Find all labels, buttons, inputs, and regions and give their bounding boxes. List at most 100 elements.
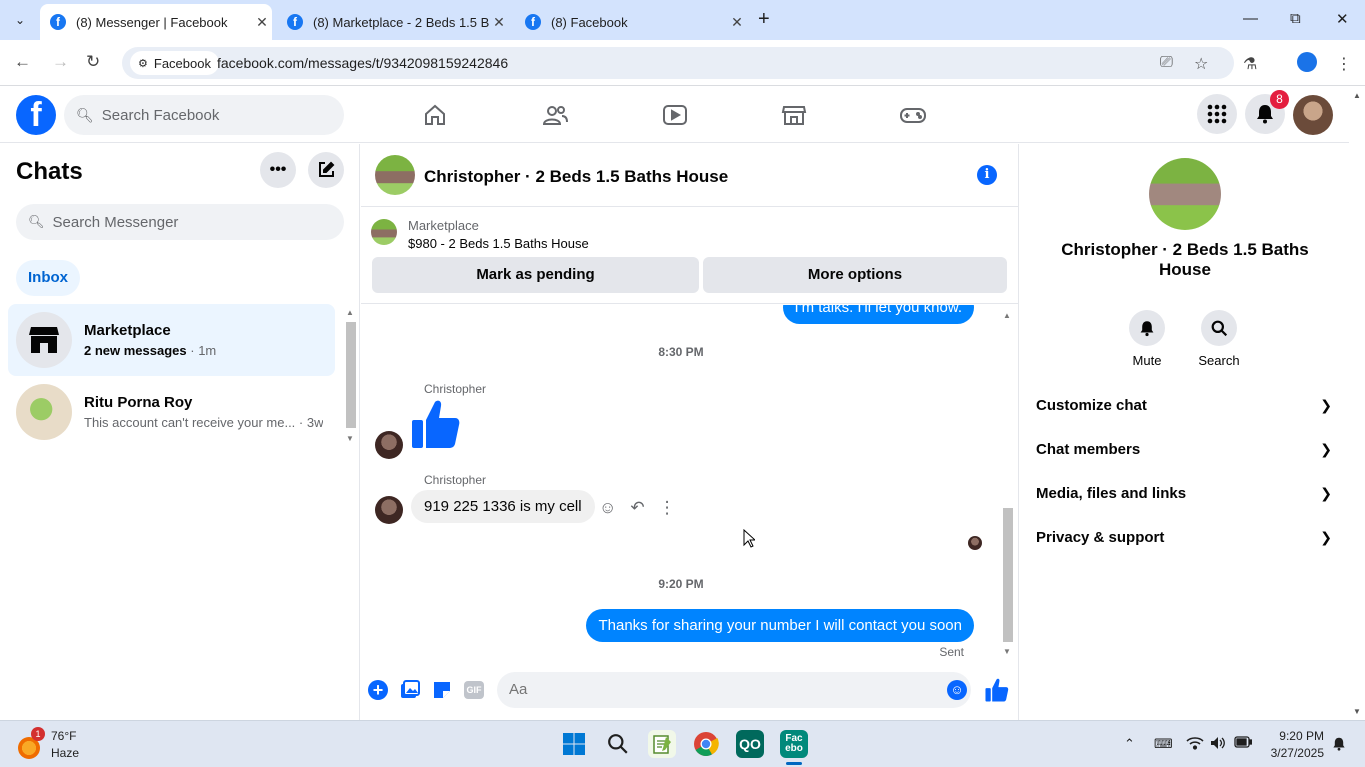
- browser-tab-marketplace[interactable]: f (8) Marketplace - 2 Beds 1.5 Ba ✕: [277, 4, 509, 40]
- forward-arrow-icon[interactable]: →: [52, 52, 69, 72]
- listing-avatar[interactable]: [375, 155, 415, 195]
- marketplace-icon[interactable]: [779, 101, 809, 129]
- conversation-info-icon[interactable]: i: [977, 165, 997, 185]
- outgoing-message: I'm talks. I'll let you know.: [782, 305, 974, 324]
- scrollbar-thumb[interactable]: [1003, 508, 1013, 642]
- facebook-pwa-icon[interactable]: Fac ebo: [780, 730, 808, 758]
- inbox-filter-tab[interactable]: Inbox: [16, 260, 80, 296]
- weather-temperature[interactable]: 76°F: [51, 729, 76, 743]
- scroll-up-arrow-icon[interactable]: ▲: [1003, 311, 1011, 320]
- scrollbar-thumb[interactable]: [346, 322, 356, 428]
- browser-tab-messenger[interactable]: f (8) Messenger | Facebook ✕: [40, 4, 272, 40]
- chat-item-marketplace[interactable]: Marketplace 2 new messages · 1m: [8, 304, 335, 376]
- message-input[interactable]: [497, 672, 971, 708]
- sender-name: Christopher: [424, 382, 487, 396]
- media-files-links-section[interactable]: Media, files and links ❯: [1028, 471, 1340, 515]
- more-options-button[interactable]: More options: [703, 257, 1007, 293]
- messenger-search-input[interactable]: 🔍︎ Search Messenger: [16, 204, 344, 240]
- mute-action[interactable]: Mute: [1117, 310, 1177, 368]
- more-vertical-icon[interactable]: ⋮: [659, 498, 676, 518]
- url-text[interactable]: facebook.com/messages/t/9342098159242846: [217, 55, 508, 71]
- gaming-icon[interactable]: [898, 101, 928, 129]
- attach-photo-icon[interactable]: [399, 679, 421, 701]
- account-avatar[interactable]: [1293, 95, 1333, 135]
- close-tab-icon[interactable]: ✕: [727, 14, 747, 31]
- listing-title[interactable]: $980 - 2 Beds 1.5 Baths House: [408, 236, 589, 251]
- new-message-compose-icon[interactable]: [308, 152, 344, 188]
- notepad-app-icon[interactable]: [648, 730, 676, 758]
- page-scrollbar[interactable]: ▲ ▼: [1349, 87, 1365, 720]
- video-watch-icon[interactable]: [660, 101, 690, 129]
- delivery-status: Sent: [939, 645, 964, 659]
- browser-menu-icon[interactable]: ⋮: [1336, 54, 1352, 74]
- show-hidden-icons-chevron-icon[interactable]: ⌃: [1124, 736, 1135, 752]
- restore-window-icon[interactable]: ⧉: [1290, 10, 1301, 27]
- taskbar-clock-date[interactable]: 3/27/2025: [1258, 746, 1324, 760]
- contact-avatar: [16, 384, 72, 440]
- browser-profile-icon[interactable]: [1297, 52, 1317, 72]
- close-tab-icon[interactable]: ✕: [252, 14, 272, 31]
- back-arrow-icon[interactable]: ←: [14, 52, 31, 72]
- labs-flask-icon[interactable]: ⚗: [1243, 54, 1257, 74]
- listing-profile-picture[interactable]: [1149, 158, 1221, 230]
- new-tab-plus-icon[interactable]: +: [758, 8, 770, 31]
- customize-chat-section[interactable]: Customize chat ❯: [1028, 383, 1340, 427]
- send-like-thumb-icon[interactable]: [985, 677, 1009, 703]
- sidebar-scrollbar[interactable]: ▲ ▼: [344, 308, 356, 446]
- gif-icon[interactable]: GIF: [464, 681, 484, 699]
- site-info-chip[interactable]: ⚙ Facebook: [130, 51, 219, 75]
- facebook-logo-icon[interactable]: f: [16, 95, 56, 135]
- browser-tab-facebook[interactable]: f (8) Facebook ✕: [515, 4, 747, 40]
- menu-grid-icon[interactable]: [1197, 94, 1237, 134]
- more-options-icon[interactable]: •••: [260, 152, 296, 188]
- chat-item-ritu-porna-roy[interactable]: Ritu Porna Roy This account can't receiv…: [8, 376, 335, 448]
- friends-icon[interactable]: [540, 101, 570, 129]
- notification-count-badge: 8: [1270, 90, 1289, 109]
- windows-start-icon[interactable]: [560, 730, 588, 758]
- close-window-icon[interactable]: ✕: [1336, 10, 1349, 28]
- conversation-title[interactable]: Christopher · 2 Beds 1.5 Baths House: [424, 167, 728, 187]
- scroll-down-arrow-icon[interactable]: ▼: [346, 434, 354, 443]
- minimize-window-icon[interactable]: —: [1243, 10, 1258, 27]
- close-tab-icon[interactable]: ✕: [489, 14, 509, 31]
- bell-icon[interactable]: [1129, 310, 1165, 346]
- wifi-icon[interactable]: [1186, 736, 1204, 753]
- address-bar[interactable]: ⚙ Facebook facebook.com/messages/t/93420…: [122, 47, 1234, 79]
- sticker-icon[interactable]: [431, 679, 453, 701]
- privacy-support-section[interactable]: Privacy & support ❯: [1028, 515, 1340, 559]
- browser-toolbar: ← → ↻ ⚙ Facebook facebook.com/messages/t…: [0, 40, 1365, 86]
- reload-icon[interactable]: ↻: [86, 52, 100, 72]
- tab-search-chevron-icon[interactable]: ⌄: [8, 8, 32, 32]
- listing-thumbnail[interactable]: [371, 219, 397, 245]
- seen-receipt-avatar: [968, 536, 982, 550]
- search-label: Search: [1198, 353, 1240, 368]
- weather-condition[interactable]: Haze: [51, 746, 79, 760]
- conversation-scrollbar[interactable]: ▲ ▼: [1001, 305, 1015, 660]
- battery-icon[interactable]: [1234, 736, 1253, 751]
- install-app-icon[interactable]: ⎚: [1160, 54, 1173, 72]
- search-icon[interactable]: [1201, 310, 1237, 346]
- react-emoji-icon[interactable]: ☺: [599, 498, 616, 518]
- qq-video-app-icon[interactable]: QO: [736, 730, 764, 758]
- taskbar-search-icon[interactable]: [604, 730, 632, 758]
- search-in-conversation-action[interactable]: Search: [1189, 310, 1249, 368]
- keyboard-icon[interactable]: ⌨: [1154, 736, 1173, 752]
- scroll-down-arrow-icon[interactable]: ▼: [1353, 707, 1361, 716]
- reply-arrow-icon[interactable]: ↶: [630, 498, 644, 518]
- more-actions-plus-icon[interactable]: +: [368, 680, 388, 700]
- bookmark-star-icon[interactable]: ☆: [1194, 54, 1208, 74]
- chat-members-section[interactable]: Chat members ❯: [1028, 427, 1340, 471]
- scroll-up-arrow-icon[interactable]: ▲: [346, 308, 354, 317]
- home-icon[interactable]: [420, 101, 450, 129]
- taskbar-clock-time[interactable]: 9:20 PM: [1268, 729, 1324, 743]
- scroll-up-arrow-icon[interactable]: ▲: [1353, 91, 1361, 100]
- emoji-picker-icon[interactable]: ☺: [947, 680, 967, 700]
- chrome-browser-icon[interactable]: [692, 730, 720, 758]
- mark-as-pending-button[interactable]: Mark as pending: [372, 257, 699, 293]
- search-placeholder: Search Messenger: [52, 213, 179, 231]
- notification-center-icon[interactable]: [1332, 736, 1346, 755]
- scroll-down-arrow-icon[interactable]: ▼: [1003, 647, 1011, 656]
- message-timestamp: 8:30 PM: [658, 345, 704, 359]
- volume-speaker-icon[interactable]: [1210, 736, 1226, 753]
- facebook-search-input[interactable]: 🔍︎ Search Facebook: [64, 95, 344, 135]
